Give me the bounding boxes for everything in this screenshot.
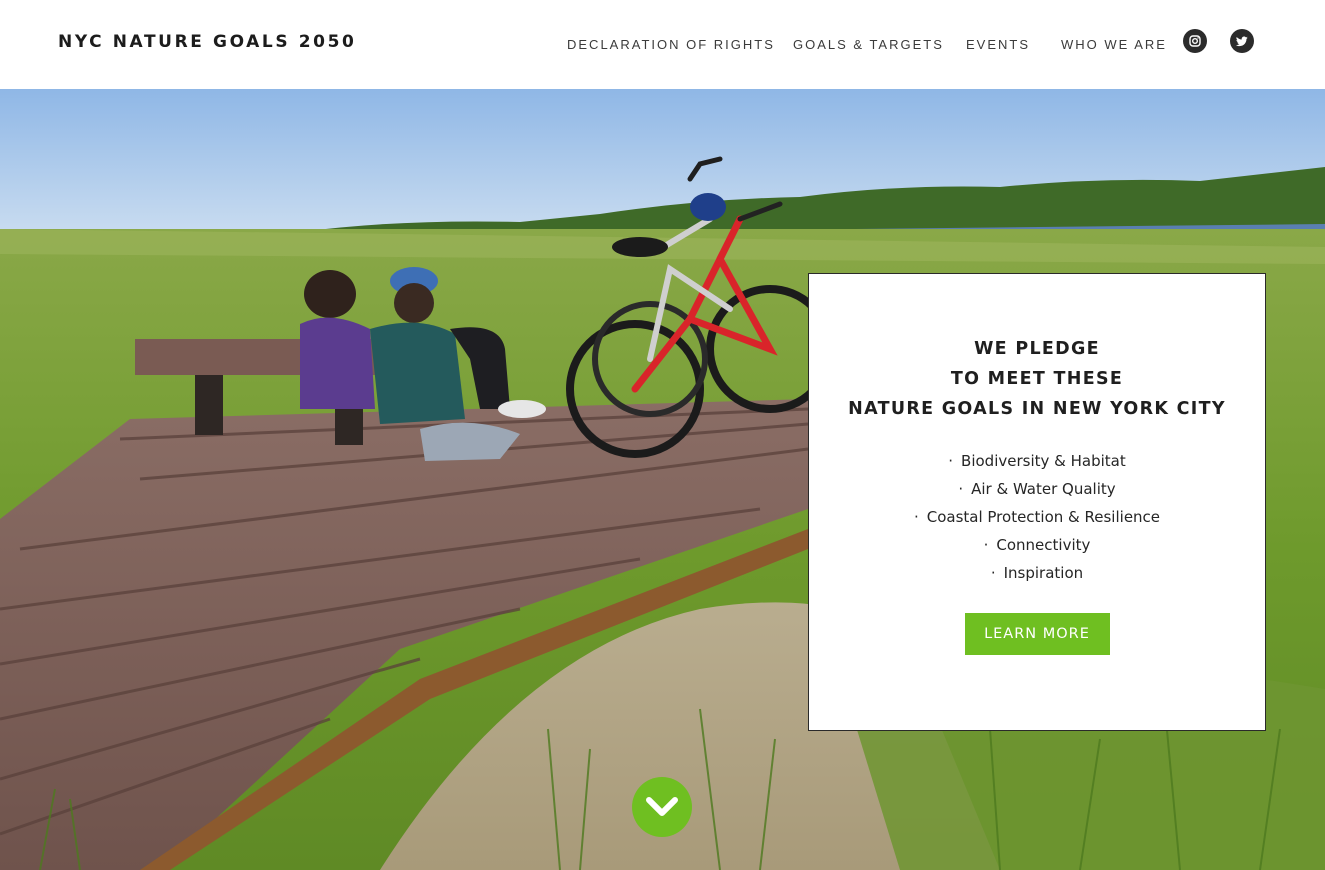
pledge-line-3: NATURE GOALS IN NEW YORK CITY [848,399,1226,419]
goals-list: · Biodiversity & Habitat · Air & Water Qua… [809,447,1265,587]
goal-item: · Air & Water Quality [958,480,1116,498]
instagram-icon [1189,35,1201,47]
twitter-link[interactable] [1230,29,1254,53]
goal-item: · Connectivity [983,536,1091,554]
site-header: NYC NATURE GOALS 2050 DECLARATION OF RIG… [0,0,1325,89]
main-nav: DECLARATION OF RIGHTS GOALS & TARGETS EV… [0,37,1325,53]
instagram-link[interactable] [1183,29,1207,53]
pledge-line-1: WE PLEDGE [974,339,1100,359]
chevron-down-icon [646,797,678,816]
nav-goals-targets[interactable]: GOALS & TARGETS [793,37,944,52]
bullet: · [983,536,989,554]
bullet: · [913,508,919,526]
pledge-line-2: TO MEET THESE [950,369,1124,389]
twitter-icon [1236,36,1248,46]
pledge-card: WE PLEDGE TO MEET THESE NATURE GOALS IN … [808,273,1266,731]
scroll-down-button[interactable] [632,777,692,837]
pledge-heading: WE PLEDGE TO MEET THESE NATURE GOALS IN … [809,334,1265,424]
bullet: · [958,480,964,498]
nav-declaration-of-rights[interactable]: DECLARATION OF RIGHTS [567,37,775,52]
goal-item: · Coastal Protection & Resilience [913,508,1161,526]
nav-events[interactable]: EVENTS [966,37,1030,52]
learn-more-button[interactable]: LEARN MORE [964,613,1110,655]
goal-item: · Inspiration [990,564,1084,582]
goal-item: · Biodiversity & Habitat [948,452,1126,470]
bullet: · [990,564,996,582]
bullet: · [948,452,954,470]
nav-who-we-are[interactable]: WHO WE ARE [1061,37,1167,52]
